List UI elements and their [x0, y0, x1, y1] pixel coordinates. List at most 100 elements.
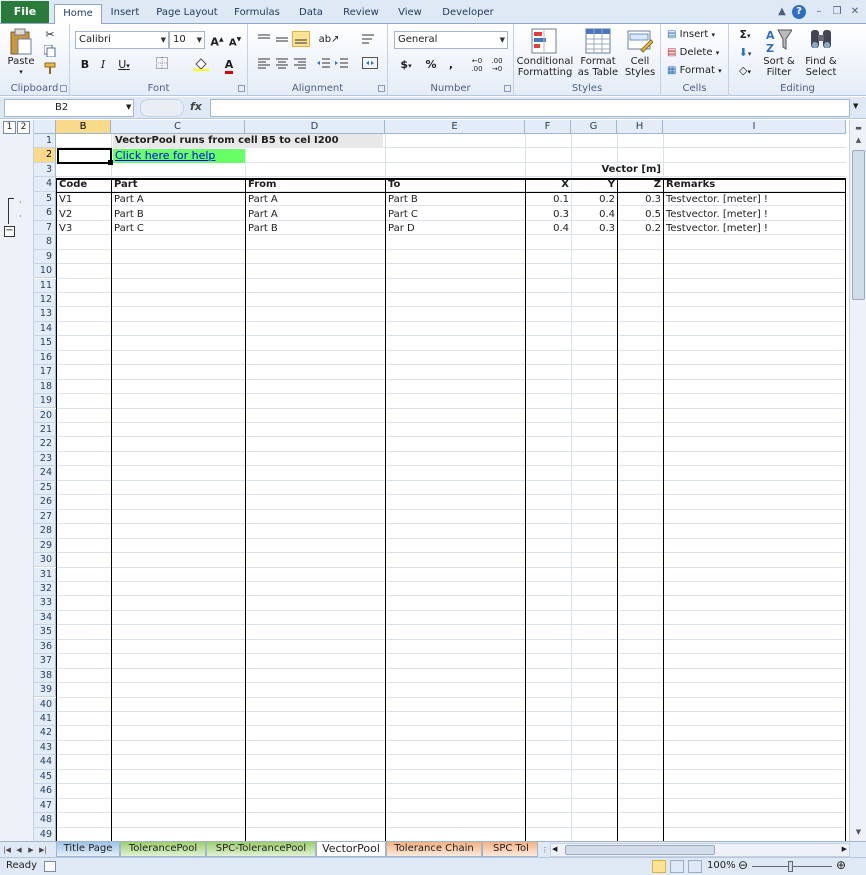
conditional-formatting-button[interactable]: Conditional Formatting: [516, 56, 574, 78]
cell-z[interactable]: 0.2: [618, 222, 663, 236]
column-header-d[interactable]: D: [245, 120, 385, 134]
sheet-tab-tolerance-chain[interactable]: Tolerance Chain: [386, 842, 482, 857]
find-select-icon[interactable]: [807, 26, 835, 54]
paste-icon[interactable]: [8, 28, 34, 56]
row-header[interactable]: 13: [34, 307, 56, 322]
increase-indent-icon[interactable]: [334, 56, 350, 70]
row-header[interactable]: 42: [34, 726, 56, 741]
autosum-icon[interactable]: Σ▾: [735, 27, 755, 43]
scroll-down-icon[interactable]: ▼: [852, 826, 865, 839]
last-sheet-icon[interactable]: ▶|: [38, 843, 48, 857]
row-header[interactable]: 24: [34, 466, 56, 481]
cell-from[interactable]: Part B: [246, 222, 385, 236]
alignment-launcher-icon[interactable]: [378, 85, 385, 92]
format-as-table-button[interactable]: Format as Table: [576, 56, 620, 78]
row-header[interactable]: 39: [34, 683, 56, 698]
row-header[interactable]: 47: [34, 798, 56, 814]
tab-data[interactable]: Data: [294, 4, 328, 24]
tab-insert[interactable]: Insert: [106, 4, 144, 24]
row-header[interactable]: 12: [34, 292, 56, 308]
merge-center-icon[interactable]: [360, 56, 380, 70]
scroll-up-icon[interactable]: ▲: [852, 134, 865, 147]
sort-filter-button[interactable]: Sort & Filter: [759, 56, 799, 78]
sheet-tab-vectorpool[interactable]: VectorPool: [316, 842, 386, 857]
row-header[interactable]: 27: [34, 509, 56, 525]
outline-collapse-button[interactable]: −: [4, 226, 15, 237]
borders-icon[interactable]: [150, 57, 174, 73]
align-right-icon[interactable]: [292, 56, 308, 70]
cell-to[interactable]: Part B: [386, 193, 525, 207]
tab-split-handle-icon[interactable]: ⋮: [540, 843, 550, 857]
name-box[interactable]: B2: [4, 99, 134, 117]
row-header[interactable]: 2: [34, 148, 56, 163]
cell-z[interactable]: 0.3: [618, 193, 663, 207]
bold-icon[interactable]: B: [78, 57, 92, 73]
row-header[interactable]: 23: [34, 451, 56, 467]
cell-code[interactable]: V2: [57, 208, 111, 222]
row-header[interactable]: 21: [34, 423, 56, 438]
row-header[interactable]: 16: [34, 350, 56, 366]
font-size-select[interactable]: 10 ▼: [169, 31, 205, 49]
outline-level-2-button[interactable]: 2: [17, 121, 30, 134]
comma-style-icon[interactable]: ,: [446, 57, 456, 73]
row-header[interactable]: 9: [34, 249, 56, 264]
row-header[interactable]: 26: [34, 495, 56, 510]
macro-record-icon[interactable]: [44, 861, 56, 872]
cell-from[interactable]: Part A: [246, 193, 385, 207]
format-as-table-icon[interactable]: [584, 27, 612, 55]
restore-icon[interactable]: ❐: [830, 5, 844, 19]
grow-font-icon[interactable]: A▲: [210, 32, 224, 49]
font-color-icon[interactable]: A: [218, 57, 240, 74]
tab-page-layout[interactable]: Page Layout: [155, 4, 219, 24]
row-header[interactable]: 31: [34, 567, 56, 582]
row-header[interactable]: 11: [34, 278, 56, 293]
scroll-left-icon[interactable]: ◀: [552, 845, 557, 853]
row-header[interactable]: 5: [34, 191, 56, 207]
tab-review[interactable]: Review: [338, 4, 384, 24]
row-header[interactable]: 40: [34, 697, 56, 712]
cell-remarks[interactable]: Testvector. [meter] !: [664, 222, 844, 236]
align-middle-icon[interactable]: [274, 32, 290, 46]
number-format-select[interactable]: General ▼: [394, 31, 508, 49]
name-box-chevron-down-icon[interactable]: ▼: [126, 103, 131, 111]
clipboard-launcher-icon[interactable]: [60, 85, 67, 92]
fill-color-icon[interactable]: [190, 57, 212, 73]
cell-x[interactable]: 0.3: [526, 208, 571, 222]
decrease-decimal-icon[interactable]: .00 →0: [488, 57, 506, 73]
zoom-level[interactable]: 100%: [707, 860, 736, 871]
row-header[interactable]: 6: [34, 206, 56, 221]
zoom-out-icon[interactable]: ⊖: [738, 858, 748, 872]
row-header[interactable]: 8: [34, 235, 56, 250]
normal-view-icon[interactable]: [652, 860, 666, 873]
row-header[interactable]: 44: [34, 755, 56, 770]
align-center-icon[interactable]: [274, 56, 290, 70]
row-header[interactable]: 22: [34, 437, 56, 452]
cell-y[interactable]: 0.2: [572, 193, 617, 207]
sort-filter-icon[interactable]: AZ: [765, 26, 793, 54]
row-header[interactable]: 20: [34, 408, 56, 423]
cell-x[interactable]: 0.4: [526, 222, 571, 236]
first-sheet-icon[interactable]: |◀: [2, 843, 12, 857]
row-header[interactable]: 4: [34, 177, 56, 192]
ribbon-collapse-icon[interactable]: ▲: [775, 5, 789, 19]
row-header[interactable]: 25: [34, 480, 56, 496]
tab-formulas[interactable]: Formulas: [230, 4, 284, 24]
row-header[interactable]: 7: [34, 220, 56, 236]
page-layout-view-icon[interactable]: [670, 860, 684, 873]
selected-cell-b2[interactable]: [57, 148, 112, 164]
row-header[interactable]: 14: [34, 321, 56, 337]
insert-function-icon[interactable]: fx: [190, 100, 202, 113]
cell-from[interactable]: Part A: [246, 208, 385, 222]
cell-z[interactable]: 0.5: [618, 208, 663, 222]
copy-icon[interactable]: [43, 44, 57, 58]
insert-button[interactable]: ▤ Insert ▾: [667, 27, 725, 43]
vertical-scroll-thumb[interactable]: [852, 150, 865, 300]
cell-part[interactable]: Part A: [112, 193, 245, 207]
conditional-formatting-icon[interactable]: [530, 27, 558, 55]
row-header[interactable]: 19: [34, 394, 56, 409]
prev-sheet-icon[interactable]: ◀: [14, 843, 24, 857]
number-launcher-icon[interactable]: [504, 85, 511, 92]
row-header[interactable]: 15: [34, 336, 56, 351]
column-header-h[interactable]: H: [617, 120, 663, 134]
row-header[interactable]: 46: [34, 784, 56, 799]
